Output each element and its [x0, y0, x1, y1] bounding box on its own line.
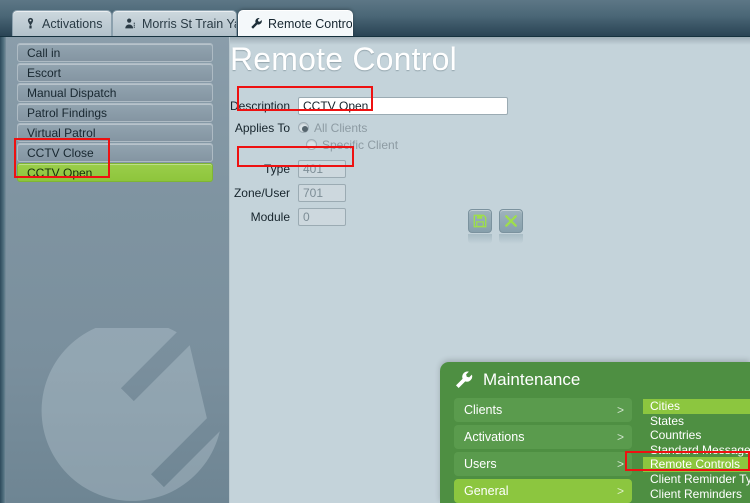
field-row-description: Description	[230, 95, 530, 116]
radio-specific-client[interactable]	[306, 139, 317, 150]
module-input[interactable]	[298, 207, 346, 226]
remote-control-list: Call in Escort Manual Dispatch Patrol Fi…	[17, 43, 213, 182]
maintenance-title: Maintenance	[454, 370, 580, 390]
tab-activations[interactable]: Activations	[12, 10, 112, 36]
radio-specific-client-label: Specific Client	[322, 137, 399, 152]
list-item[interactable]: Patrol Findings	[17, 103, 213, 122]
field-row-applies-to: Applies To All Clients	[230, 119, 530, 136]
form-actions	[468, 209, 523, 244]
person-icon	[125, 18, 135, 29]
menu-item-label: General	[464, 483, 509, 498]
list-item[interactable]: Call in	[17, 43, 213, 62]
submenu-item-states[interactable]: States	[643, 414, 750, 429]
tab-bar: Activations Morris St Train Yar Remote C…	[0, 0, 750, 37]
sidebar-panel: Call in Escort Manual Dispatch Patrol Fi…	[0, 37, 230, 503]
submenu-item-client-reminder-types[interactable]: Client Reminder Types	[643, 472, 750, 487]
description-input[interactable]	[298, 96, 508, 115]
floppy-disk-icon	[473, 214, 487, 228]
field-row-specific-client: Specific Client	[230, 136, 530, 153]
submenu-item-label: Standard Messages	[650, 442, 750, 457]
list-item-label: Call in	[27, 46, 61, 60]
chevron-right-icon: >	[616, 429, 624, 444]
submenu-item-remote-controls[interactable]: Remote Controls	[643, 457, 750, 472]
chevron-right-icon: >	[616, 402, 624, 417]
wrench-icon	[456, 371, 473, 388]
description-label: Description	[230, 98, 291, 113]
zone-user-input[interactable]	[298, 183, 346, 202]
applies-to-label: Applies To	[234, 120, 290, 135]
menu-item-general[interactable]: General >	[454, 479, 632, 503]
list-item[interactable]: Virtual Patrol	[17, 123, 213, 142]
page-title: Remote Control	[230, 41, 457, 77]
menu-item-label: Users	[464, 456, 497, 471]
button-reflection	[468, 234, 523, 244]
list-item-cctv-open[interactable]: CCTV Open	[17, 163, 213, 182]
maintenance-title-label: Maintenance	[483, 370, 581, 389]
location-pin-icon	[27, 17, 34, 29]
wrench-icon	[251, 17, 262, 29]
maintenance-submenu: Cities States Countries Standard Message…	[643, 399, 750, 503]
submenu-item-label: States	[650, 413, 685, 428]
tab-morris-st-train-yard[interactable]: Morris St Train Yar	[112, 10, 237, 36]
field-row-type: Type	[230, 158, 530, 179]
module-label: Module	[250, 209, 290, 224]
submenu-item-client-reminders[interactable]: Client Reminders	[643, 487, 750, 502]
save-button[interactable]	[468, 209, 492, 233]
tab-remote-control[interactable]: Remote Control ✕	[238, 10, 353, 36]
menu-item-clients[interactable]: Clients >	[454, 398, 632, 422]
list-item-label: Manual Dispatch	[27, 86, 117, 100]
list-item-label: Escort	[27, 66, 62, 80]
type-input[interactable]	[298, 159, 346, 178]
submenu-item-cities[interactable]: Cities	[643, 399, 750, 414]
list-item-label: CCTV Close	[27, 146, 94, 160]
type-label: Type	[263, 161, 290, 176]
tab-label: Remote Control	[268, 16, 353, 31]
menu-item-activations[interactable]: Activations >	[454, 425, 632, 449]
menu-item-label: Activations	[464, 429, 525, 444]
submenu-item-label: Remote Controls	[650, 457, 741, 472]
list-item-cctv-close[interactable]: CCTV Close	[17, 143, 213, 162]
submenu-item-countries[interactable]: Countries	[643, 428, 750, 443]
submenu-item-label: Countries	[650, 428, 702, 443]
tab-label: Activations	[42, 16, 103, 31]
list-item-label: CCTV Open	[27, 166, 93, 180]
submenu-item-label: Cities	[650, 399, 681, 413]
maintenance-menu: Clients > Activations > Users > General …	[454, 398, 632, 503]
chevron-right-icon: >	[616, 456, 624, 471]
submenu-item-standard-messages[interactable]: Standard Messages	[643, 443, 750, 458]
list-item-label: Patrol Findings	[27, 106, 108, 120]
cancel-button[interactable]	[499, 209, 523, 233]
menu-item-users[interactable]: Users >	[454, 452, 632, 476]
list-item-label: Virtual Patrol	[27, 126, 96, 140]
zone-user-label: Zone/User	[233, 185, 290, 200]
wrench-watermark-icon	[41, 328, 220, 501]
submenu-item-label: Client Reminders	[650, 486, 743, 501]
list-item[interactable]: Manual Dispatch	[17, 83, 213, 102]
chevron-right-icon: >	[616, 483, 624, 498]
application-window: Activations Morris St Train Yar Remote C…	[0, 0, 750, 503]
list-item[interactable]: Escort	[17, 63, 213, 82]
field-row-zone-user: Zone/User	[230, 182, 530, 203]
submenu-item-label: Client Reminder Types	[650, 471, 750, 486]
radio-all-clients-label: All Clients	[314, 120, 368, 135]
maintenance-panel: Maintenance Clients > Activations > User…	[440, 362, 750, 503]
radio-all-clients[interactable]	[298, 122, 309, 133]
menu-item-label: Clients	[464, 402, 503, 417]
tab-label: Morris St Train Yar	[142, 16, 237, 31]
close-x-icon	[505, 215, 517, 227]
